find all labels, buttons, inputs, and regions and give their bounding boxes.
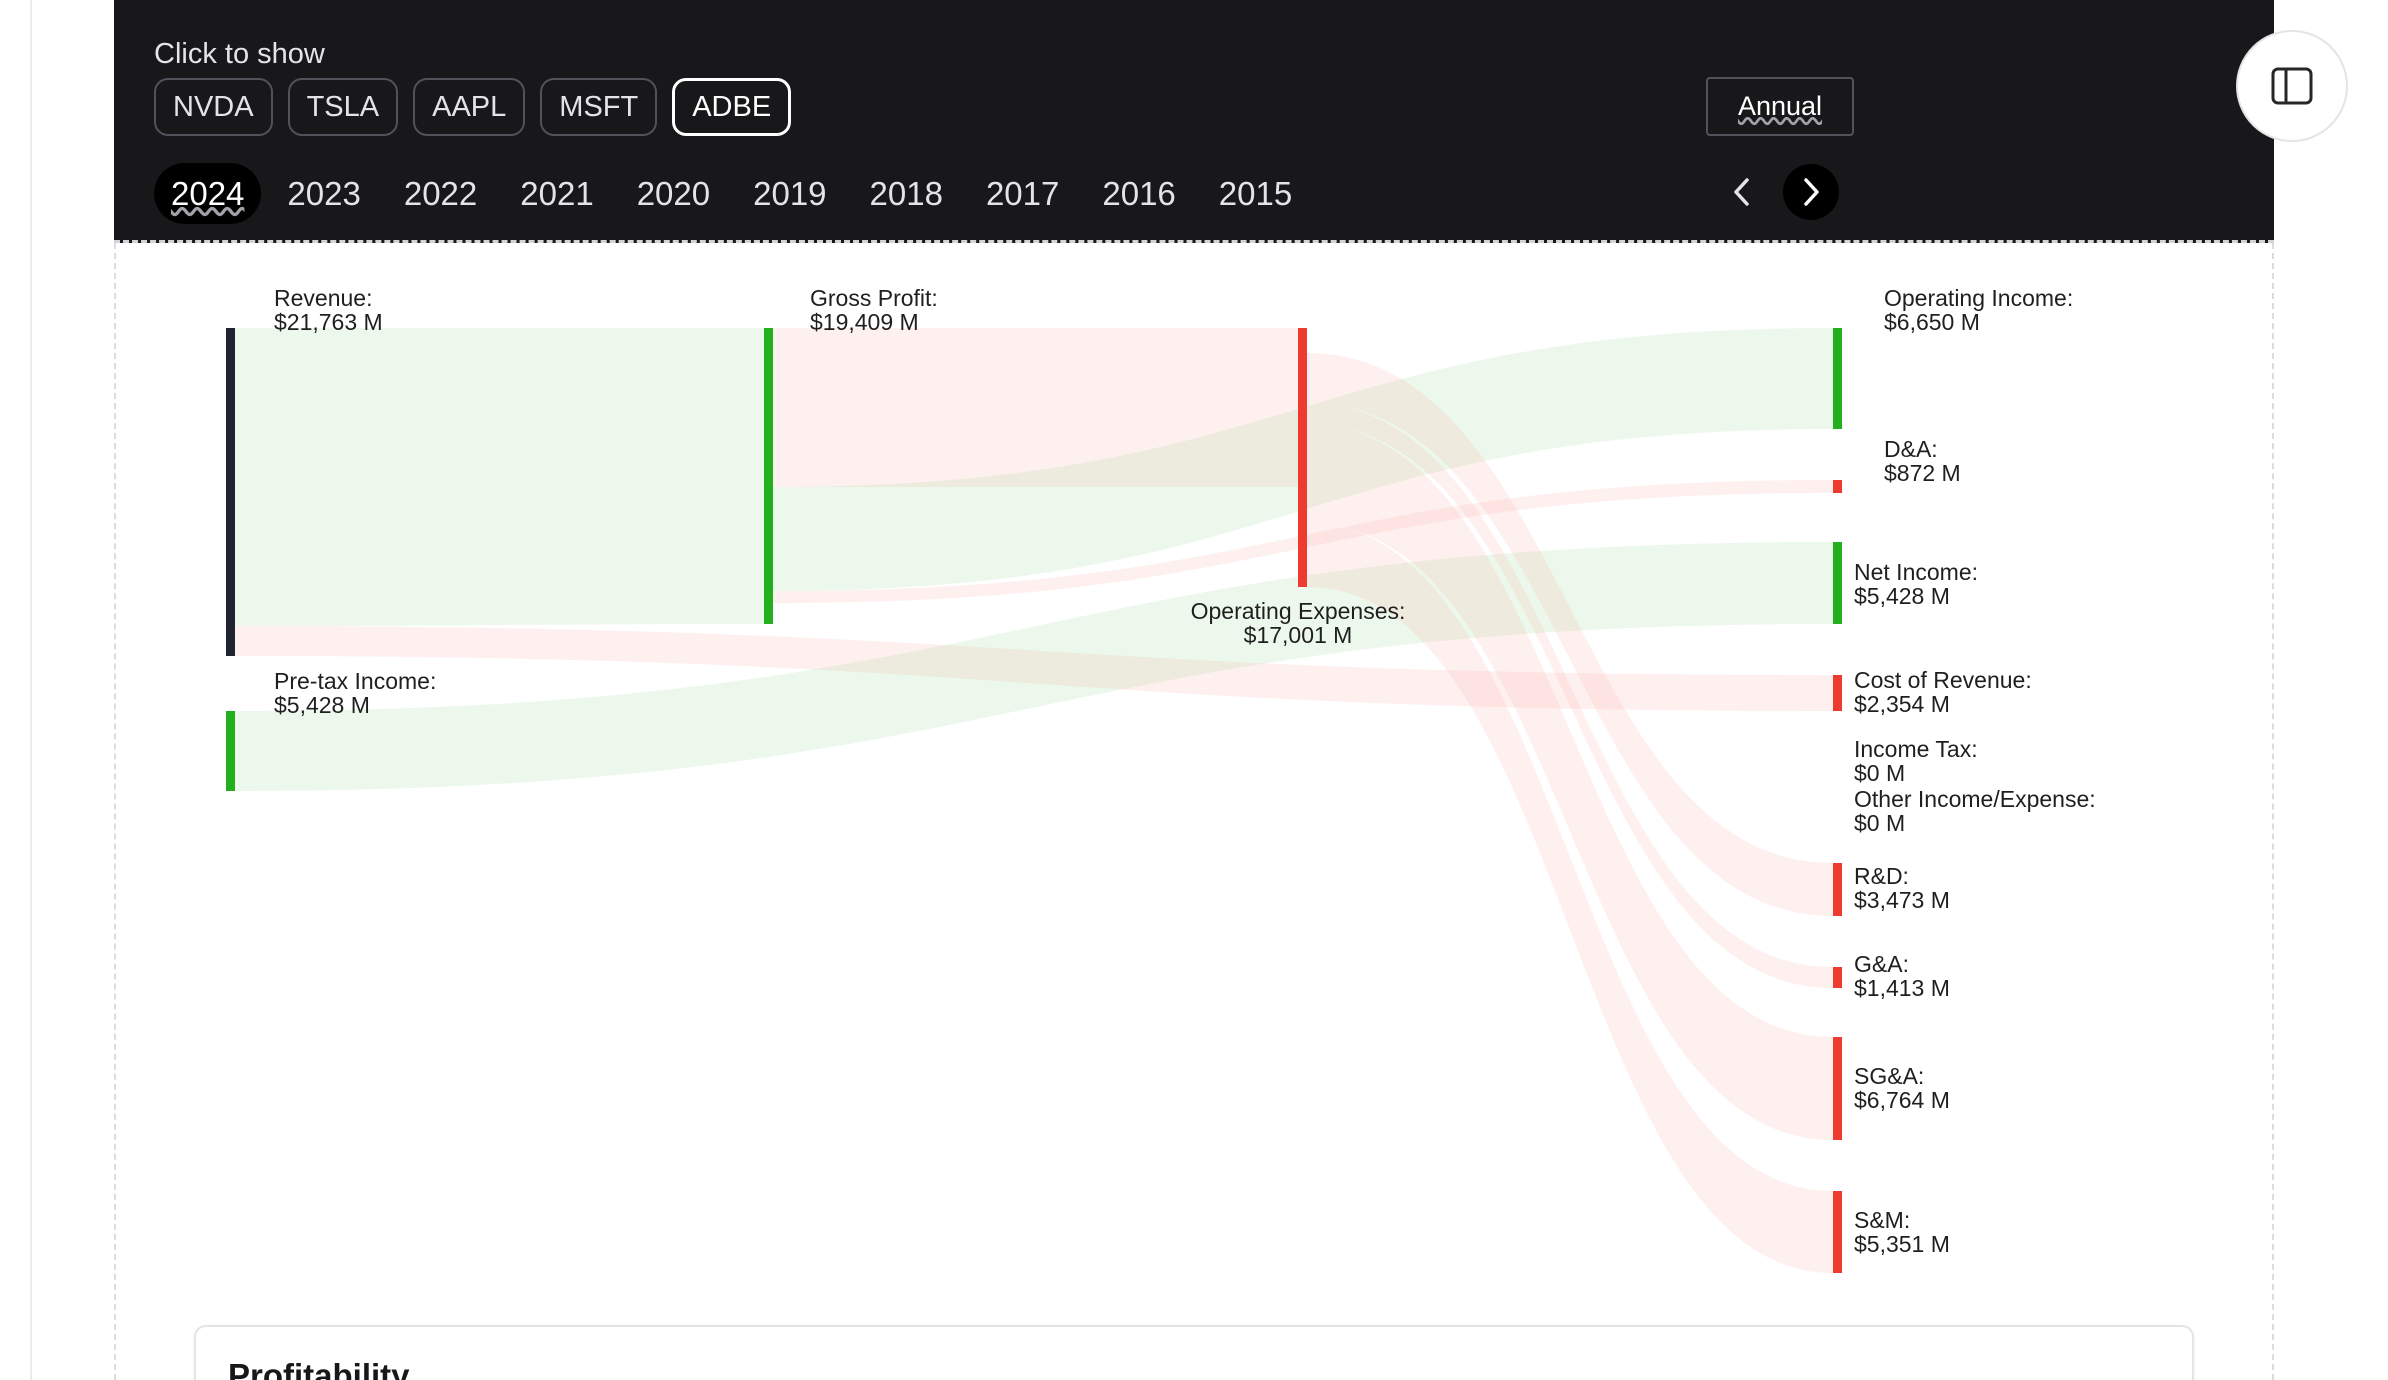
- year-tab-2021[interactable]: 2021: [503, 163, 610, 224]
- sankey-node-da: [1833, 480, 1842, 493]
- year-selector: 2024 2023 2022 2021 2020 2019 2018 2017 …: [154, 163, 1318, 224]
- sankey-label-name-netinc: Net Income:: [1854, 559, 1978, 585]
- sidebar-toggle-button[interactable]: [2236, 30, 2348, 142]
- sankey-label-value-gross: $19,409 M: [810, 309, 919, 335]
- year-tab-2016[interactable]: 2016: [1085, 163, 1192, 224]
- sankey-label-value-cor: $2,354 M: [1854, 691, 1950, 717]
- sankey-label-sga: SG&A: $6,764 M: [1854, 1064, 1950, 1112]
- year-tab-2017[interactable]: 2017: [969, 163, 1076, 224]
- year-tab-2022[interactable]: 2022: [387, 163, 494, 224]
- sankey-link-revenue-gross: [235, 328, 764, 626]
- sankey-label-value-revenue: $21,763 M: [274, 309, 383, 335]
- sankey-label-value-netinc: $5,428 M: [1854, 583, 1950, 609]
- sankey-label-cor: Cost of Revenue: $2,354 M: [1854, 668, 2032, 716]
- year-tab-2015[interactable]: 2015: [1202, 163, 1309, 224]
- sankey-node-opinc: [1833, 328, 1842, 429]
- sankey-label-name-ga: G&A:: [1854, 951, 1909, 977]
- sankey-node-cor: [1833, 675, 1842, 711]
- ticker-button-adbe[interactable]: ADBE: [672, 78, 792, 136]
- sankey-label-pretax: Pre-tax Income: $5,428 M: [274, 669, 436, 717]
- year-tab-2018[interactable]: 2018: [853, 163, 960, 224]
- profitability-card: Profitability: [194, 1325, 2194, 1380]
- sidebar-panel-icon: [2271, 67, 2313, 105]
- sankey-label-da: D&A: $872 M: [1884, 437, 1961, 485]
- sankey-label-name-pretax: Pre-tax Income:: [274, 668, 437, 694]
- sankey-node-opex: [1298, 328, 1307, 587]
- sankey-label-sm: S&M: $5,351 M: [1854, 1208, 1950, 1256]
- sankey-label-name-opex: Operating Expenses:: [1190, 598, 1406, 624]
- page: Click to show NVDA TSLA AAPL MSFT ADBE A…: [0, 0, 2388, 1380]
- year-tab-2024[interactable]: 2024: [154, 163, 262, 224]
- chevron-right-icon: [1804, 178, 1819, 206]
- sankey-node-sga: [1833, 1037, 1842, 1140]
- sankey-label-value-other: $0 M: [1854, 810, 1906, 836]
- sankey-label-name-other: Other Income/Expense:: [1854, 786, 2096, 812]
- sankey-label-revenue: Revenue: $21,763 M: [274, 286, 383, 334]
- sankey-label-value-ga: $1,413 M: [1854, 975, 1950, 1001]
- sankey-node-pretax: [226, 711, 235, 791]
- sankey-node-sm: [1833, 1191, 1842, 1273]
- sankey-label-value-opex: $17,001 M: [1243, 622, 1353, 648]
- sankey-label-value-pretax: $5,428 M: [274, 692, 370, 718]
- sankey-label-other: Other Income/Expense: $0 M: [1854, 787, 2096, 835]
- sankey-node-gross: [764, 328, 773, 624]
- sankey-label-tax: Income Tax: $0 M: [1854, 737, 1978, 785]
- ticker-button-nvda[interactable]: NVDA: [154, 78, 273, 136]
- sankey-label-name-opinc: Operating Income:: [1884, 285, 2074, 311]
- sankey-label-name-sga: SG&A:: [1854, 1063, 1925, 1089]
- sankey-node-ga: [1833, 967, 1842, 988]
- ticker-selector: NVDA TSLA AAPL MSFT ADBE: [154, 78, 792, 136]
- sankey-link-opex-sga: [1307, 424, 1833, 1140]
- ticker-button-msft[interactable]: MSFT: [540, 78, 658, 136]
- previous-years-button[interactable]: [1714, 164, 1770, 220]
- sankey-label-value-da: $872 M: [1884, 460, 1961, 486]
- sankey-node-rd: [1833, 863, 1842, 916]
- year-tab-2020[interactable]: 2020: [620, 163, 727, 224]
- profitability-card-title: Profitability: [228, 1357, 410, 1380]
- sankey-node-netinc: [1833, 542, 1842, 624]
- control-panel: Click to show NVDA TSLA AAPL MSFT ADBE A…: [114, 0, 2274, 243]
- ticker-button-aapl[interactable]: AAPL: [413, 78, 526, 136]
- sankey-label-gross: Gross Profit: $19,409 M: [810, 286, 938, 334]
- sankey-label-name-da: D&A:: [1884, 436, 1938, 462]
- sankey-label-name-gross: Gross Profit:: [810, 285, 938, 311]
- sankey-label-rd: R&D: $3,473 M: [1854, 864, 1950, 912]
- sankey-label-name-rd: R&D:: [1854, 863, 1909, 889]
- sankey-label-name-cor: Cost of Revenue:: [1854, 667, 2032, 693]
- sankey-label-name-sm: S&M:: [1854, 1207, 1911, 1233]
- year-tab-2023[interactable]: 2023: [270, 163, 377, 224]
- sankey-label-value-sm: $5,351 M: [1854, 1231, 1950, 1257]
- chevron-left-icon: [1734, 178, 1749, 206]
- year-tab-2019[interactable]: 2019: [736, 163, 843, 224]
- period-toggle-annual[interactable]: Annual: [1706, 77, 1854, 136]
- sankey-node-revenue: [226, 328, 235, 656]
- next-years-button[interactable]: [1783, 164, 1839, 220]
- ticker-button-tsla[interactable]: TSLA: [287, 78, 399, 136]
- sankey-label-name-revenue: Revenue:: [274, 285, 373, 311]
- sankey-label-opinc: Operating Income: $6,650 M: [1884, 286, 2073, 334]
- sankey-label-netinc: Net Income: $5,428 M: [1854, 560, 1978, 608]
- sankey-label-ga: G&A: $1,413 M: [1854, 952, 1950, 1000]
- sankey-label-value-sga: $6,764 M: [1854, 1087, 1950, 1113]
- sankey-label-value-opinc: $6,650 M: [1884, 309, 1980, 335]
- sankey-label-value-rd: $3,473 M: [1854, 887, 1950, 913]
- click-to-show-label: Click to show: [154, 38, 325, 70]
- sankey-label-name-tax: Income Tax:: [1854, 736, 1978, 762]
- left-rail: [0, 0, 32, 1380]
- sankey-label-opex: Operating Expenses: $17,001 M: [1191, 599, 1406, 647]
- sankey-chart: Revenue: $21,763 M Pre-tax Income: $5,428 M…: [114, 243, 2274, 1380]
- sankey-label-value-tax: $0 M: [1854, 760, 1906, 786]
